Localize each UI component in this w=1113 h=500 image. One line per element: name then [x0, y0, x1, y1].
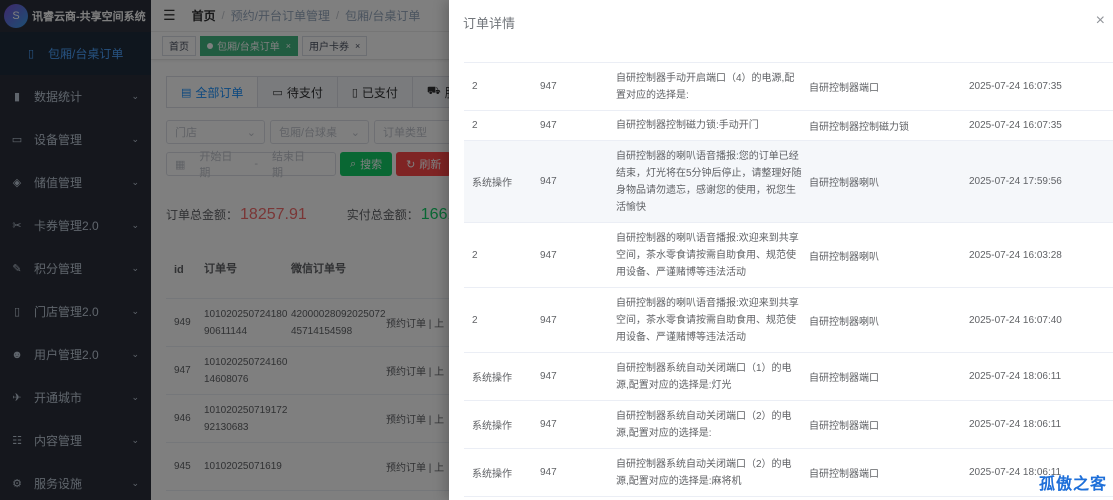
cell-time: 2025-07-24 16:07:35: [969, 120, 1062, 131]
table-row: 2 947 自研控制器手动开启端口（4）的电源,配置对应的选择是: 自研控制器端口 20…: [464, 63, 1113, 111]
cell-device: 自研控制器端口: [809, 373, 879, 384]
cell-order-id: 947: [540, 176, 557, 187]
cell-operator: 2: [472, 120, 478, 131]
cell-description: 自研控制器系统自动关闭端口（1）的电源,配置对应的选择是:灯光: [616, 362, 792, 391]
table-row: 2 947 自研控制器的喇叭语音播报:欢迎来到共享空间，茶水零食请按需自助食用、规范…: [464, 288, 1113, 353]
cell-device: 自研控制器控制磁力锁: [809, 122, 909, 133]
cell-description: 自研控制器的喇叭语音播报:您的订单已经结束，灯光将在5分钟后停止，请整理好随身物…: [616, 150, 802, 213]
cell-operator: 系统操作: [472, 469, 512, 480]
cell-time: 2025-07-24 18:06:11: [969, 419, 1062, 430]
cell-order-id: 947: [540, 371, 557, 382]
cell-operator: 系统操作: [472, 178, 512, 189]
table-row: 2 947 自研控制器控制磁力锁:手动开门 自研控制器控制磁力锁 2025-07-24 …: [464, 111, 1113, 141]
operation-log-table: 2 947 自研控制器手动开启端口（4）的电源,配置对应的选择是: 自研控制器端口 20…: [464, 62, 1113, 497]
cell-time: 2025-07-24 16:07:35: [969, 81, 1062, 92]
cell-operator: 系统操作: [472, 373, 512, 384]
close-icon[interactable]: ×: [1096, 12, 1105, 30]
cell-description: 自研控制器的喇叭语音播报:欢迎来到共享空间，茶水零食请按需自助食用、规范使用设备…: [616, 232, 799, 278]
table-row: 系统操作 947 自研控制器系统自动关闭端口（2）的电源,配置对应的选择是: 自研控制…: [464, 401, 1113, 449]
cell-time: 2025-07-24 16:07:40: [969, 314, 1062, 326]
cell-time: 2025-07-24 18:06:11: [969, 371, 1062, 382]
cell-operator: 系统操作: [472, 421, 512, 432]
cell-order-id: 947: [540, 249, 557, 261]
drawer-title: 订单详情: [463, 15, 516, 31]
cell-order-id: 947: [540, 467, 557, 478]
cell-device: 自研控制器端口: [809, 421, 879, 432]
cell-device: 自研控制器端口: [809, 83, 879, 94]
drawer-header: 订单详情 ×: [449, 0, 1113, 44]
table-row: 系统操作 947 自研控制器的喇叭语音播报:您的订单已经结束，灯光将在5分钟后停止，…: [464, 141, 1113, 223]
cell-time: 2025-07-24 17:59:56: [969, 176, 1062, 187]
cell-description: 自研控制器控制磁力锁:手动开门: [616, 120, 759, 131]
order-detail-drawer: 订单详情 × 2 947 自研控制器手动开启端口（4）的电源,配置对应的选择是: 自研…: [449, 0, 1113, 500]
cell-operator: 2: [472, 314, 478, 326]
cell-description: 自研控制器手动开启端口（4）的电源,配置对应的选择是:: [616, 72, 795, 101]
cell-order-id: 947: [540, 419, 557, 430]
drawer-overlay[interactable]: [0, 0, 449, 500]
cell-description: 自研控制器系统自动关闭端口（2）的电源,配置对应的选择是:: [616, 410, 792, 439]
cell-operator: 2: [472, 249, 478, 261]
cell-description: 自研控制器系统自动关闭端口（2）的电源,配置对应的选择是:麻将机: [616, 458, 792, 487]
cell-time: 2025-07-24 16:03:28: [969, 249, 1062, 261]
cell-device: 自研控制器喇叭: [809, 178, 879, 189]
cell-operator: 2: [472, 81, 478, 92]
cell-device: 自研控制器端口: [809, 469, 879, 480]
cell-order-id: 947: [540, 314, 557, 326]
cell-order-id: 947: [540, 81, 557, 92]
cell-device: 自研控制器喇叭: [809, 251, 879, 263]
cell-order-id: 947: [540, 120, 557, 131]
table-row: 系统操作 947 自研控制器系统自动关闭端口（2）的电源,配置对应的选择是:麻将机 自…: [464, 449, 1113, 497]
cell-device: 自研控制器喇叭: [809, 316, 879, 328]
table-row: 2 947 自研控制器的喇叭语音播报:欢迎来到共享空间，茶水零食请按需自助食用、规范…: [464, 223, 1113, 288]
watermark: 孤傲之客: [1038, 476, 1107, 493]
table-row: 系统操作 947 自研控制器系统自动关闭端口（1）的电源,配置对应的选择是:灯光 自研…: [464, 353, 1113, 401]
cell-description: 自研控制器的喇叭语音播报:欢迎来到共享空间，茶水零食请按需自助食用、规范使用设备…: [616, 297, 799, 343]
